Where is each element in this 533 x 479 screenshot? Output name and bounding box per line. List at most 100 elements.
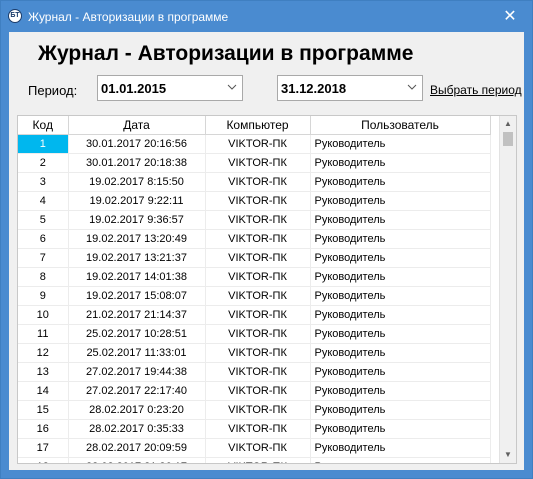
cell-code: 1	[18, 134, 69, 154]
cell-user: Руководитель	[310, 438, 491, 458]
table-row[interactable]: 13 27.02.2017 19:44:38 VIKTOR-ПК Руководите…	[18, 362, 491, 382]
cell-code: 18	[18, 457, 69, 463]
cell-code: 6	[18, 229, 69, 249]
cell-date: 28.02.2017 21:26:17	[68, 457, 206, 463]
vertical-scrollbar[interactable]: ▲ ▼	[499, 116, 516, 463]
cell-date: 30.01.2017 20:16:56	[68, 134, 206, 154]
table-row[interactable]: 10 21.02.2017 21:14:37 VIKTOR-ПК Руководите…	[18, 305, 491, 325]
cell-code: 9	[18, 286, 69, 306]
cell-user: Руководитель	[310, 419, 491, 439]
app-logo-icon: БТ	[8, 9, 22, 23]
period-to-value: 31.12.2018	[281, 81, 347, 96]
table-row[interactable]: 11 25.02.2017 10:28:51 VIKTOR-ПК Руководите…	[18, 324, 491, 344]
cell-user: Руководитель	[310, 343, 491, 363]
auth-log-table: Код Дата Компьютер Пользователь 1 30.01.2…	[17, 115, 517, 464]
cell-user: Руководитель	[310, 457, 491, 463]
table-row[interactable]: 14 27.02.2017 22:17:40 VIKTOR-ПК Руководите…	[18, 381, 491, 401]
table-row[interactable]: 9 19.02.2017 15:08:07 VIKTOR-ПК Руководител…	[18, 286, 491, 306]
cell-computer: VIKTOR-ПК	[205, 343, 311, 363]
table-row[interactable]: 5 19.02.2017 9:36:57 VIKTOR-ПК Руководитель	[18, 210, 491, 230]
table-row[interactable]: 8 19.02.2017 14:01:38 VIKTOR-ПК Руководител…	[18, 267, 491, 287]
log-table: Код Дата Компьютер Пользователь 1 30.01.2…	[18, 116, 491, 463]
cell-user: Руководитель	[310, 305, 491, 325]
cell-computer: VIKTOR-ПК	[205, 229, 311, 249]
chevron-down-icon	[227, 84, 237, 90]
table-header: Код Дата Компьютер Пользователь	[18, 116, 491, 135]
cell-user: Руководитель	[310, 210, 491, 230]
cell-computer: VIKTOR-ПК	[205, 134, 311, 154]
close-button[interactable]: ✕	[488, 1, 532, 32]
cell-computer: VIKTOR-ПК	[205, 191, 311, 211]
cell-code: 15	[18, 400, 69, 420]
table-row[interactable]: 1 30.01.2017 20:16:56 VIKTOR-ПК Руководител…	[18, 134, 491, 154]
table-row[interactable]: 6 19.02.2017 13:20:49 VIKTOR-ПК Руководител…	[18, 229, 491, 249]
table-row[interactable]: 16 28.02.2017 0:35:33 VIKTOR-ПК Руководител…	[18, 419, 491, 439]
period-from-value: 01.01.2015	[101, 81, 167, 96]
cell-computer: VIKTOR-ПК	[205, 381, 311, 401]
cell-computer: VIKTOR-ПК	[205, 210, 311, 230]
cell-date: 28.02.2017 0:23:20	[68, 400, 206, 420]
journal-window: БТ Журнал - Авторизации в программе ✕ Жу…	[0, 0, 533, 479]
cell-code: 2	[18, 153, 69, 173]
cell-date: 25.02.2017 10:28:51	[68, 324, 206, 344]
cell-computer: VIKTOR-ПК	[205, 438, 311, 458]
cell-date: 28.02.2017 0:35:33	[68, 419, 206, 439]
cell-computer: VIKTOR-ПК	[205, 305, 311, 325]
cell-date: 27.02.2017 22:17:40	[68, 381, 206, 401]
select-period-link[interactable]: Выбрать период	[430, 83, 522, 97]
table-row[interactable]: 12 25.02.2017 11:33:01 VIKTOR-ПК Руководите…	[18, 343, 491, 363]
cell-computer: VIKTOR-ПК	[205, 153, 311, 173]
table-row[interactable]: 4 19.02.2017 9:22:11 VIKTOR-ПК Руководитель	[18, 191, 491, 211]
scroll-up-icon[interactable]: ▲	[500, 117, 516, 131]
column-header-user[interactable]: Пользователь	[310, 116, 491, 135]
cell-computer: VIKTOR-ПК	[205, 248, 311, 268]
scroll-thumb[interactable]	[503, 132, 513, 146]
client-area: Журнал - Авторизации в программе Период:…	[9, 32, 524, 470]
cell-date: 19.02.2017 13:21:37	[68, 248, 206, 268]
table-row[interactable]: 2 30.01.2017 20:18:38 VIKTOR-ПК Руководител…	[18, 153, 491, 173]
cell-code: 16	[18, 419, 69, 439]
cell-user: Руководитель	[310, 324, 491, 344]
title-bar[interactable]: БТ Журнал - Авторизации в программе ✕	[1, 1, 532, 32]
period-to-select[interactable]: 31.12.2018	[277, 75, 423, 101]
cell-code: 8	[18, 267, 69, 287]
column-header-code[interactable]: Код	[18, 116, 69, 135]
cell-code: 14	[18, 381, 69, 401]
cell-computer: VIKTOR-ПК	[205, 419, 311, 439]
cell-date: 27.02.2017 19:44:38	[68, 362, 206, 382]
cell-date: 25.02.2017 11:33:01	[68, 343, 206, 363]
cell-date: 19.02.2017 8:15:50	[68, 172, 206, 192]
cell-code: 10	[18, 305, 69, 325]
chevron-down-icon	[407, 84, 417, 90]
cell-code: 11	[18, 324, 69, 344]
column-header-date[interactable]: Дата	[68, 116, 206, 135]
cell-computer: VIKTOR-ПК	[205, 400, 311, 420]
table-row[interactable]: 1828.02.2017 21:26:17VIKTOR-ПКРуководите…	[18, 457, 491, 463]
cell-date: 30.01.2017 20:18:38	[68, 153, 206, 173]
cell-code: 13	[18, 362, 69, 382]
cell-user: Руководитель	[310, 286, 491, 306]
cell-user: Руководитель	[310, 381, 491, 401]
cell-date: 19.02.2017 14:01:38	[68, 267, 206, 287]
cell-code: 5	[18, 210, 69, 230]
cell-user: Руководитель	[310, 191, 491, 211]
cell-date: 19.02.2017 13:20:49	[68, 229, 206, 249]
table-row[interactable]: 17 28.02.2017 20:09:59 VIKTOR-ПК Руководите…	[18, 438, 491, 458]
cell-computer: VIKTOR-ПК	[205, 362, 311, 382]
cell-user: Руководитель	[310, 267, 491, 287]
cell-user: Руководитель	[310, 248, 491, 268]
cell-date: 28.02.2017 20:09:59	[68, 438, 206, 458]
table-row[interactable]: 7 19.02.2017 13:21:37 VIKTOR-ПК Руководител…	[18, 248, 491, 268]
scroll-down-icon[interactable]: ▼	[500, 448, 516, 462]
period-from-select[interactable]: 01.01.2015	[97, 75, 243, 101]
cell-user: Руководитель	[310, 400, 491, 420]
cell-code: 7	[18, 248, 69, 268]
table-row[interactable]: 3 19.02.2017 8:15:50 VIKTOR-ПК Руководитель	[18, 172, 491, 192]
cell-date: 19.02.2017 15:08:07	[68, 286, 206, 306]
cell-computer: VIKTOR-ПК	[205, 324, 311, 344]
table-row[interactable]: 15 28.02.2017 0:23:20 VIKTOR-ПК Руководител…	[18, 400, 491, 420]
cell-computer: VIKTOR-ПК	[205, 286, 311, 306]
cell-code: 12	[18, 343, 69, 363]
column-header-computer[interactable]: Компьютер	[205, 116, 311, 135]
cell-user: Руководитель	[310, 153, 491, 173]
